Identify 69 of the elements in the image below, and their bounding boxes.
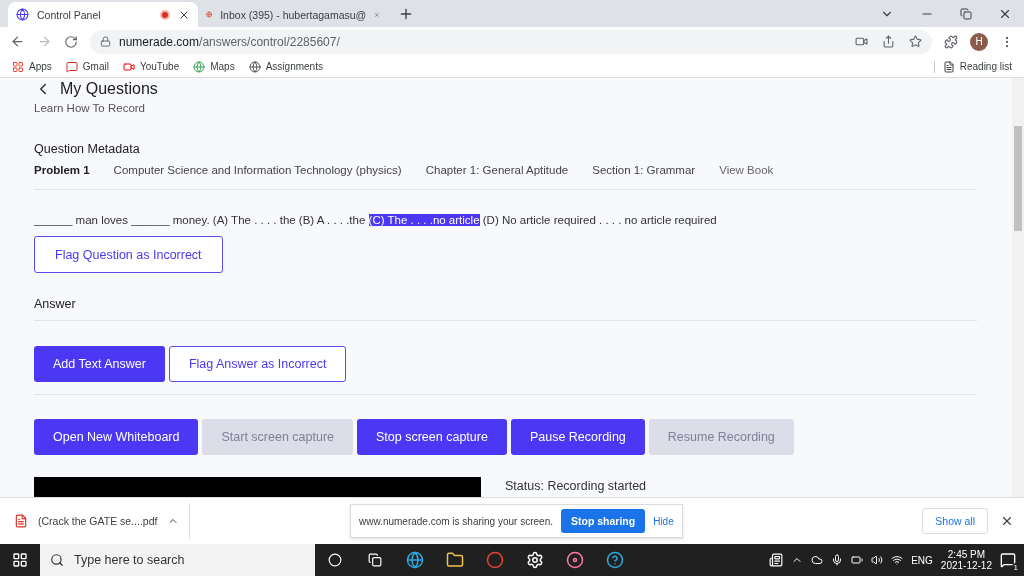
bookmark[interactable]: Maps [193,60,235,73]
profile-avatar[interactable]: H [970,32,988,51]
metadata-item: Section 1: Grammar [592,164,696,176]
tab-title: Inbox (395) - hubertagamasu@ [220,8,367,21]
search-field[interactable]: Type here to search [40,544,315,576]
task-view-icon[interactable] [368,553,382,567]
disc-icon[interactable] [566,551,584,569]
bookmark[interactable]: YouTube [122,60,180,73]
start-icon[interactable] [12,552,28,568]
share-icon[interactable] [882,35,895,48]
flag-question-button[interactable]: Flag Question as Incorrect [34,236,223,273]
bookmark[interactable]: Assignments [248,60,323,73]
browser-icon[interactable] [406,551,424,569]
reload-icon[interactable] [64,34,78,49]
cortana-icon[interactable] [328,553,342,567]
pdf-icon [14,514,28,528]
language-indicator[interactable]: ENG [911,554,933,566]
record-button[interactable]: Open New Whiteboard [34,419,199,455]
globe-icon [248,60,261,73]
camera-icon[interactable] [855,35,868,48]
folder-icon[interactable] [446,551,464,569]
metadata-item: Computer Science and Information Technology (physics) [113,164,402,176]
browser-tab[interactable]: Inbox (395) - hubertagamasu@ [198,2,388,27]
show-all-button[interactable]: Show all [922,508,988,534]
microphone-icon[interactable] [831,554,844,566]
question-text: ______ man loves ______ money. (A) The . . . . the (B) A . . . .the (C) The . . . .no article (D) No article required . . . . no article required [34,214,718,226]
bookmark[interactable]: Gmail [65,60,109,73]
volume-icon[interactable] [871,554,884,566]
view-book-link[interactable]: View Book [719,164,774,176]
cloud-icon[interactable] [811,554,824,566]
restore-icon[interactable] [960,7,972,20]
hide-link[interactable]: Hide [653,515,674,527]
address-bar[interactable]: numerade.com/answers/control/2285607/ [90,29,932,54]
recording-dot-icon [160,9,170,20]
section-heading: Question Metadata [34,142,141,156]
site-icon [206,8,213,21]
status-text: Status: Recording started [505,479,647,495]
section-heading: Answer [34,297,977,321]
browser-tab[interactable]: Control Panel [8,2,198,27]
answer-button[interactable]: Add Text Answer [34,346,165,382]
clock[interactable]: 2:45 PM 2021-12-12 [940,549,992,571]
metadata-item: Chapter 1: General Aptitude [425,164,569,176]
bookmark[interactable]: Apps [12,60,52,73]
sharing-message: www.numerade.com is sharing your screen. [359,515,553,527]
new-tab-icon[interactable] [398,6,414,22]
help-icon[interactable] [606,551,624,569]
answer-button[interactable]: Flag Answer as Incorrect [168,346,347,382]
lock-icon [100,36,111,47]
record-button[interactable]: Stop screen capture [357,419,507,455]
search-icon [50,553,64,567]
reading-list-button[interactable]: Reading list [933,60,1012,73]
settings-icon[interactable] [526,551,544,569]
stop-sharing-button[interactable]: Stop sharing [561,509,646,533]
site-icon [16,8,29,21]
download-item[interactable]: (Crack the GATE se....pdf [14,503,190,539]
news-icon[interactable] [769,553,784,567]
close-icon[interactable] [1000,514,1014,528]
apps-grid-icon [12,60,24,73]
subtitle: Learn How To Record [34,102,146,114]
scrollbar[interactable] [1012,78,1024,497]
list-icon [942,60,955,73]
back-icon[interactable] [10,34,25,49]
extensions-icon[interactable] [944,34,958,49]
tab-title: Control Panel [37,8,102,21]
page-title: My Questions [60,80,158,98]
record-button[interactable]: Pause Recording [510,419,645,455]
metadata-item: Problem 1 [34,164,90,176]
network-icon[interactable] [891,554,904,566]
star-icon[interactable] [909,35,922,48]
